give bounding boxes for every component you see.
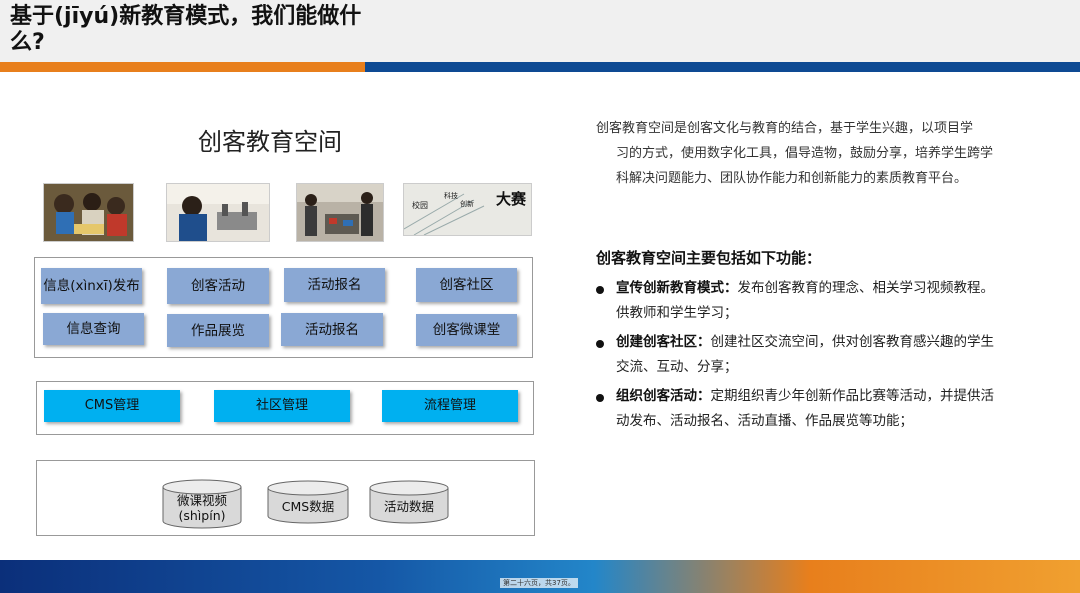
- intro-rest: 习的方式，使用数字化工具，倡导造物，鼓励分享，培养学生跨学科解决问题能力、团队协…: [616, 146, 994, 186]
- bullet-icon: [596, 394, 604, 402]
- diagram-title: 创客教育空间: [198, 128, 342, 156]
- module-maker-community: 创客社区: [416, 268, 517, 302]
- photo4-word-4: 大赛: [496, 190, 527, 208]
- module-info-publish: 信息(xìnxī)发布: [41, 268, 142, 304]
- bullet-icon: [596, 286, 604, 294]
- module-activity-signup: 活动报名: [284, 268, 385, 302]
- intro-first-line: 创客教育空间是创客文化与教育的结合，基于学生兴趣，以项目学: [596, 121, 974, 136]
- footer-gradient-bar: [0, 560, 1080, 593]
- module-works-exhibition: 作品展览: [167, 314, 269, 347]
- module-community-management: 社区管理: [214, 390, 350, 422]
- bullet-icon: [596, 340, 604, 348]
- db-cms-data-label: CMS数据: [281, 498, 335, 514]
- photo-maker-lab: [296, 183, 384, 242]
- feature-1-head: 宣传创新教育模式：: [616, 280, 738, 296]
- db-activity-data: 活动数据: [369, 480, 449, 524]
- feature-item-2: 创建创客社区：创建社区交流空间，供对创客教育感兴趣的学生交流、互动、分享；: [596, 330, 1006, 380]
- photo-students-group: [43, 183, 134, 242]
- intro-paragraph: 创客教育空间是创客文化与教育的结合，基于学生兴趣，以项目学 习的方式，使用数字化…: [596, 116, 996, 191]
- functions-heading: 创客教育空间主要包括如下功能：: [596, 249, 822, 267]
- header-accent-orange: [0, 62, 365, 72]
- header-accent-blue: [365, 62, 1080, 72]
- photo4-word-1: 校园: [412, 200, 428, 210]
- feature-item-1: 宣传创新教育模式：发布创客教育的理念、相关学习视频教程。供教师和学生学习；: [596, 276, 1006, 326]
- page-number: 第二十六页，共37页。: [500, 578, 578, 588]
- feature-2-head: 创建创客社区：: [616, 334, 711, 350]
- db-cms-data: CMS数据: [267, 480, 349, 524]
- feature-item-3: 组织创客活动：定期组织青少年创新作品比赛等活动，并提供活动发布、活动报名、活动直…: [596, 384, 1006, 434]
- db-micro-video-label: 微课视频(shìpín): [176, 493, 227, 523]
- module-process-management: 流程管理: [382, 390, 518, 422]
- page-title: 基于(jīyú)新教育模式，我们能做什么?: [10, 4, 362, 55]
- photo-campus-innovation-contest: 校园 科技 创新 大赛: [403, 183, 532, 236]
- db-micro-video: 微课视频(shìpín): [162, 479, 242, 529]
- db-activity-data-label: 活动数据: [383, 498, 434, 514]
- photo-student-experiment: [166, 183, 270, 242]
- module-info-query: 信息查询: [43, 313, 144, 345]
- module-micro-classroom: 创客微课堂: [416, 314, 517, 346]
- feature-3-head: 组织创客活动：: [616, 388, 711, 404]
- photo4-word-3: 创新: [460, 199, 474, 208]
- module-activity-signup-2: 活动报名: [281, 313, 383, 346]
- module-maker-activity: 创客活动: [167, 268, 269, 304]
- photo4-word-2: 科技: [444, 191, 458, 200]
- module-cms-management: CMS管理: [44, 390, 180, 422]
- title-bar: 基于(jīyú)新教育模式，我们能做什么?: [0, 0, 1080, 62]
